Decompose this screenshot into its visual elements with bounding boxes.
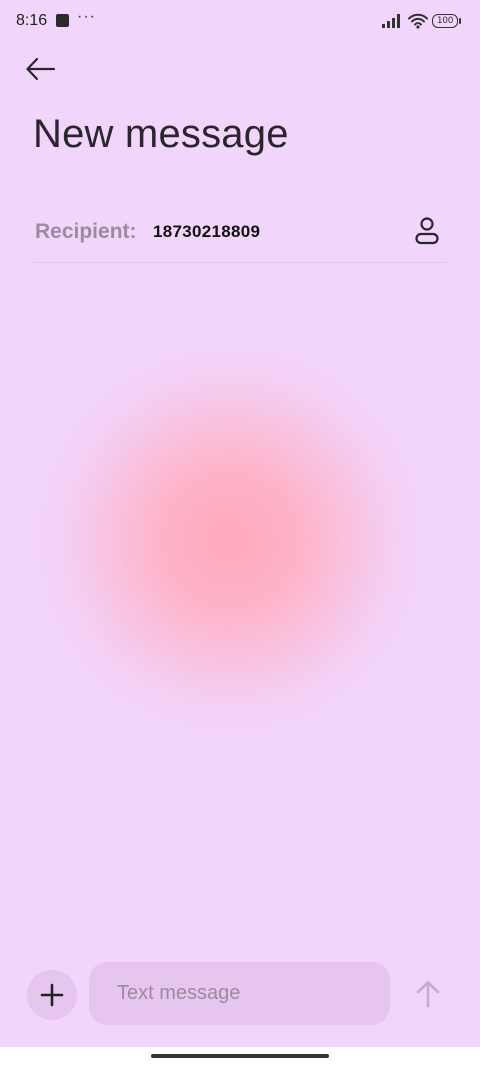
person-icon bbox=[415, 217, 439, 245]
add-attachment-button[interactable] bbox=[27, 970, 77, 1020]
recipient-input[interactable]: 18730218809 bbox=[153, 222, 260, 242]
arrow-left-icon bbox=[26, 57, 56, 81]
page-title: New message bbox=[33, 112, 289, 156]
decorative-gradient-blob bbox=[30, 340, 430, 740]
back-button[interactable] bbox=[22, 52, 60, 86]
screen: 8:16 ··· 100 New message Recipient: 1873… bbox=[0, 0, 480, 1067]
contact-picker-button[interactable] bbox=[413, 216, 441, 246]
recipient-row: Recipient: 18730218809 bbox=[33, 210, 447, 254]
signal-icon bbox=[382, 14, 400, 28]
status-bar: 8:16 ··· 100 bbox=[0, 0, 480, 42]
status-time: 8:16 bbox=[16, 12, 48, 29]
notification-icon bbox=[56, 14, 69, 27]
navigation-bar bbox=[0, 1047, 480, 1067]
more-notifications-icon: ··· bbox=[77, 8, 96, 25]
battery-icon: 100 bbox=[432, 14, 461, 28]
text-message-input[interactable] bbox=[89, 962, 390, 1025]
recipient-label: Recipient: bbox=[35, 220, 137, 243]
recipient-divider bbox=[33, 262, 447, 263]
arrow-up-icon bbox=[416, 981, 440, 1008]
send-button[interactable] bbox=[412, 978, 444, 1010]
plus-icon bbox=[40, 983, 64, 1007]
home-indicator[interactable] bbox=[151, 1054, 329, 1058]
wifi-icon bbox=[408, 13, 428, 29]
